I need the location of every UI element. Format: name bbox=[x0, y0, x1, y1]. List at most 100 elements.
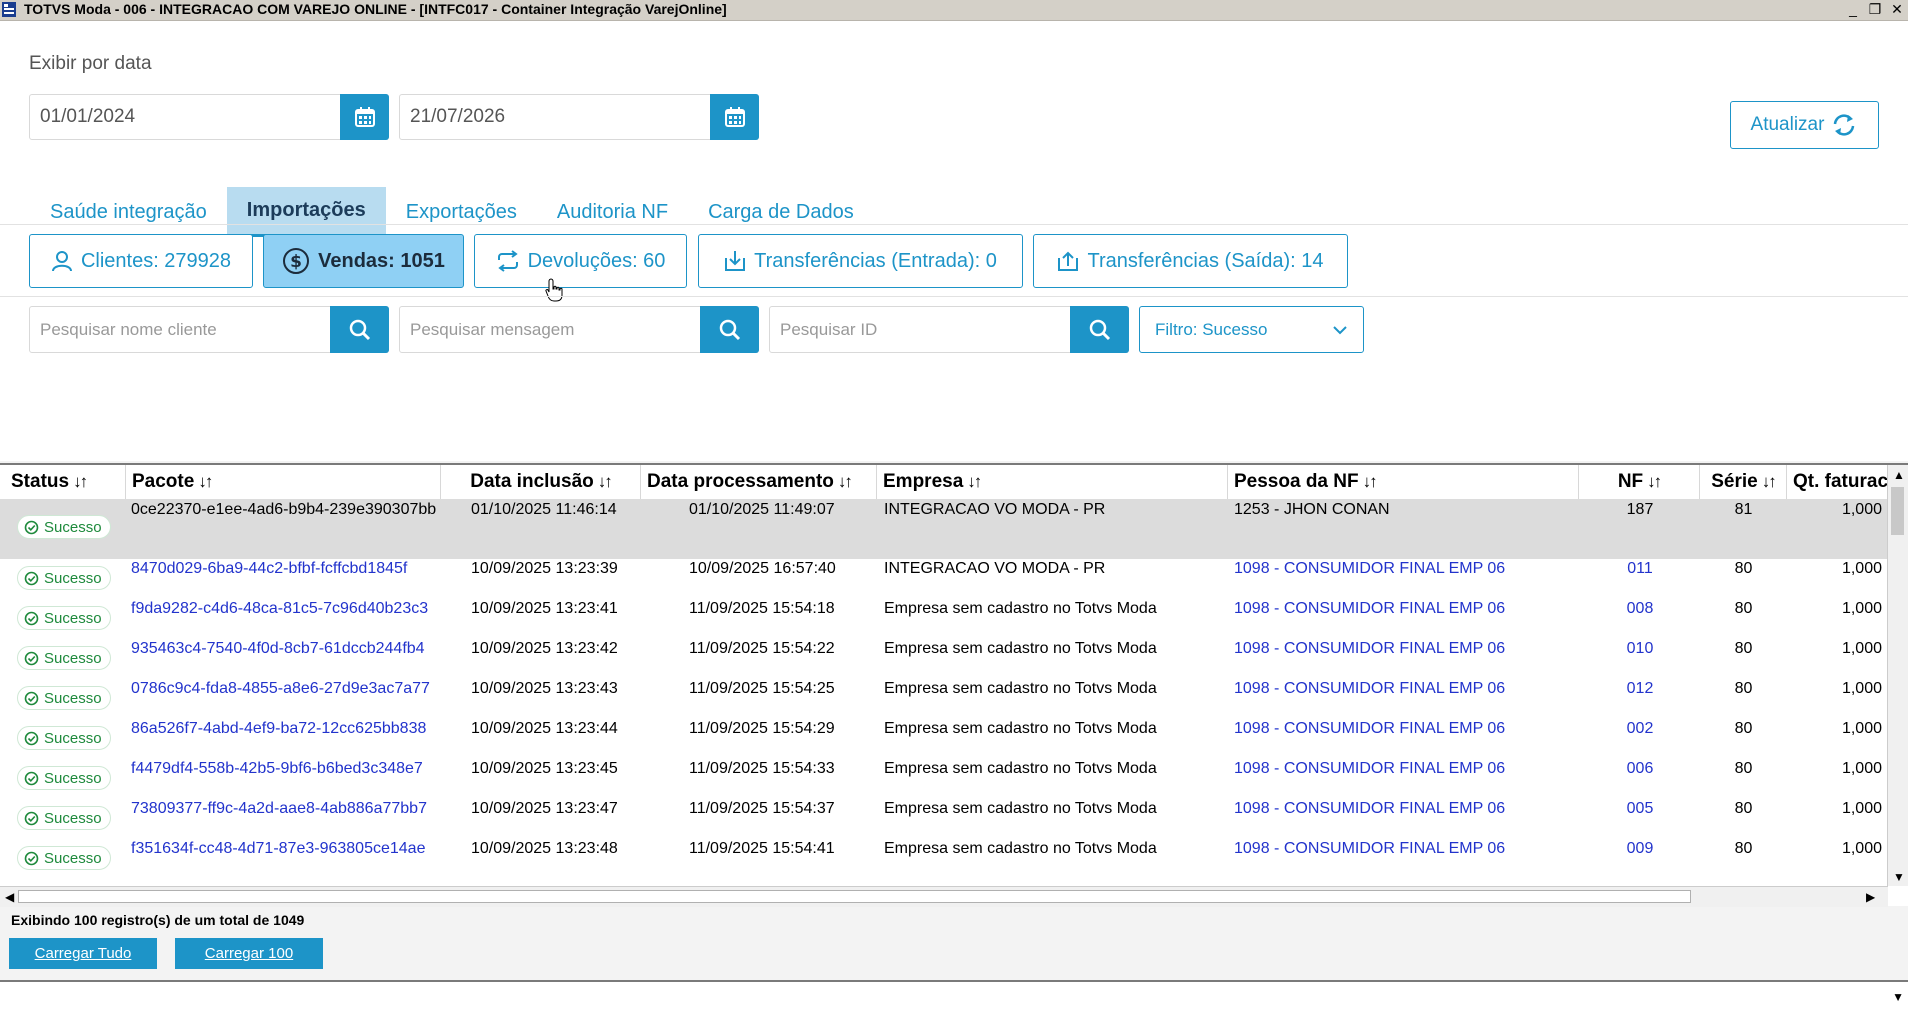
cell-pacote: f9da9282-c4d6-48ca-81c5-7c96d40b23c3 bbox=[131, 600, 429, 617]
tab-divider bbox=[0, 224, 1908, 225]
search-cliente-input[interactable] bbox=[30, 307, 328, 352]
cell-serie: 80 bbox=[1734, 720, 1753, 737]
transferencias-saida-counter-button[interactable]: Transferências (Saída): 14 bbox=[1033, 234, 1348, 288]
check-circle-icon bbox=[24, 771, 39, 785]
cell-pessoa: 1253 - JHON CONAN bbox=[1234, 501, 1390, 518]
scroll-down-icon[interactable]: ▼ bbox=[1893, 870, 1905, 884]
vendas-counter-button[interactable]: $ Vendas: 1051 bbox=[263, 234, 464, 288]
scroll-left-icon[interactable]: ◀ bbox=[5, 890, 14, 904]
search-id-button[interactable] bbox=[1070, 306, 1129, 353]
date-to-calendar-button[interactable] bbox=[710, 94, 759, 140]
table-row[interactable]: Sucesso f9da9282-c4d6-48ca-81c5-7c96d40b2… bbox=[0, 599, 1888, 639]
date-from-field[interactable]: 01/01/2024 bbox=[29, 94, 389, 140]
tab-importacoes[interactable]: Importações bbox=[226, 187, 386, 237]
column-header-pessoa[interactable]: Pessoa da NF ↓↑ bbox=[1228, 465, 1579, 499]
cell-serie: 80 bbox=[1734, 840, 1753, 857]
close-button[interactable]: ✕ bbox=[1888, 1, 1906, 18]
status-label: Sucesso bbox=[44, 569, 102, 587]
column-header-empresa[interactable]: Empresa ↓↑ bbox=[877, 465, 1228, 499]
tab-saude-integracao[interactable]: Saúde integração bbox=[30, 187, 227, 237]
restore-button[interactable]: ❐ bbox=[1866, 1, 1884, 18]
vertical-scrollbar[interactable]: ▲ ▼ bbox=[1887, 465, 1908, 886]
transferencias-entrada-counter-button[interactable]: Transferências (Entrada): 0 bbox=[698, 234, 1023, 288]
check-circle-icon bbox=[24, 811, 39, 825]
status-filter-dropdown[interactable]: Filtro: Sucesso bbox=[1139, 306, 1364, 353]
refresh-button[interactable]: Atualizar bbox=[1730, 101, 1879, 149]
status-badge: Sucesso bbox=[17, 686, 111, 710]
tab-auditoria-nf[interactable]: Auditoria NF bbox=[537, 187, 688, 237]
table-row[interactable]: Sucesso f351634f-cc48-4d71-87e3-963805ce1… bbox=[0, 839, 1888, 879]
vertical-scroll-thumb[interactable] bbox=[1891, 487, 1904, 535]
table-row[interactable]: Sucesso 0ce22370-e1ee-4ad6-b9b4-239e39030… bbox=[0, 499, 1888, 559]
cell-serie: 80 bbox=[1734, 800, 1753, 817]
column-title-pacote: Pacote bbox=[132, 471, 195, 492]
horizontal-scroll-thumb[interactable] bbox=[18, 890, 1691, 903]
cell-pessoa: 1098 - CONSUMIDOR FINAL EMP 06 bbox=[1234, 600, 1506, 617]
clientes-counter-button[interactable]: Clientes: 279928 bbox=[29, 234, 253, 288]
cell-processamento: 11/09/2025 15:54:18 bbox=[689, 600, 835, 617]
status-bar: ▼ bbox=[0, 980, 1908, 1016]
column-title-pessoa: Pessoa da NF bbox=[1234, 471, 1359, 492]
column-header-serie[interactable]: Série ↓↑ bbox=[1700, 465, 1787, 499]
cell-empresa: Empresa sem cadastro no Totvs Moda bbox=[884, 720, 1157, 737]
search-id-input[interactable] bbox=[770, 307, 1068, 352]
column-header-data-processamento[interactable]: Data processamento ↓↑ bbox=[641, 465, 877, 499]
column-header-qt-faturada[interactable]: Qt. faturac bbox=[1787, 465, 1888, 499]
cell-qt: 1,000 bbox=[1841, 840, 1882, 857]
cell-pacote: 0ce22370-e1ee-4ad6-b9b4-239e390307bb bbox=[131, 501, 437, 518]
cell-empresa: Empresa sem cadastro no Totvs Moda bbox=[884, 800, 1157, 817]
cell-nf: 005 bbox=[1626, 800, 1654, 817]
date-to-field[interactable]: 21/07/2026 bbox=[399, 94, 759, 140]
cell-pacote: 86a526f7-4abd-4ef9-ba72-12cc625bb838 bbox=[131, 720, 427, 737]
download-box-icon bbox=[725, 251, 746, 271]
cell-qt: 1,000 bbox=[1841, 560, 1882, 577]
status-label: Sucesso bbox=[44, 729, 102, 747]
date-from-calendar-button[interactable] bbox=[340, 94, 389, 140]
status-label: Sucesso bbox=[44, 609, 102, 627]
search-cliente-button[interactable] bbox=[330, 306, 389, 353]
mouse-cursor-icon bbox=[545, 278, 563, 302]
load-100-button[interactable]: Carregar 100 bbox=[175, 938, 323, 969]
horizontal-scrollbar[interactable]: ◀ ▶ bbox=[0, 886, 1888, 907]
sort-icon: ↓↑ bbox=[1362, 472, 1378, 491]
search-icon bbox=[1089, 319, 1110, 340]
scroll-right-icon[interactable]: ▶ bbox=[1866, 890, 1875, 904]
table-row[interactable]: Sucesso 86a526f7-4abd-4ef9-ba72-12cc625bb… bbox=[0, 719, 1888, 759]
minimize-button[interactable]: _ bbox=[1844, 1, 1862, 18]
table-row[interactable]: Sucesso 8470d029-6ba9-44c2-bfbf-fcffcbd18… bbox=[0, 559, 1888, 599]
check-circle-icon bbox=[24, 851, 39, 865]
status-badge: Sucesso bbox=[17, 806, 111, 830]
load-all-button[interactable]: Carregar Tudo bbox=[9, 938, 157, 969]
tab-exportacoes[interactable]: Exportações bbox=[386, 187, 537, 237]
cell-nf: 002 bbox=[1626, 720, 1654, 737]
cell-pessoa: 1098 - CONSUMIDOR FINAL EMP 06 bbox=[1234, 720, 1506, 737]
sort-icon: ↓↑ bbox=[967, 472, 982, 491]
table-row[interactable]: Sucesso 0786c9c4-fda8-4855-a8e6-27d9e3ac7… bbox=[0, 679, 1888, 719]
main-tabs: Saúde integração Importações Exportações… bbox=[30, 187, 874, 237]
status-label: Sucesso bbox=[44, 769, 102, 787]
table-row[interactable]: Sucesso 73809377-ff9c-4a2d-aae8-4ab886a77… bbox=[0, 799, 1888, 839]
column-header-data-inclusao[interactable]: Data inclusão ↓↑ bbox=[441, 465, 641, 499]
search-mensagem-button[interactable] bbox=[700, 306, 759, 353]
svg-text:$: $ bbox=[290, 252, 302, 272]
search-mensagem-field[interactable] bbox=[399, 306, 759, 353]
cell-pacote: 0786c9c4-fda8-4855-a8e6-27d9e3ac7a77 bbox=[131, 680, 430, 697]
cell-pessoa: 1098 - CONSUMIDOR FINAL EMP 06 bbox=[1234, 800, 1506, 817]
column-title-qt-faturada: Qt. faturac bbox=[1793, 471, 1888, 492]
table-row[interactable]: Sucesso 935463c4-7540-4f0d-8cb7-61dccb244… bbox=[0, 639, 1888, 679]
status-label: Sucesso bbox=[44, 689, 102, 707]
column-header-nf[interactable]: NF ↓↑ bbox=[1579, 465, 1700, 499]
search-mensagem-input[interactable] bbox=[400, 307, 698, 352]
column-header-pacote[interactable]: Pacote ↓↑ bbox=[126, 465, 441, 499]
window-titlebar: TOTVS Moda - 006 - INTEGRACAO COM VAREJO… bbox=[0, 0, 1908, 21]
table-row[interactable]: Sucesso f4479df4-558b-42b5-9bf6-b6bed3c34… bbox=[0, 759, 1888, 799]
cell-processamento: 11/09/2025 15:54:25 bbox=[689, 680, 835, 697]
column-header-status[interactable]: Status ↓↑ bbox=[5, 465, 126, 499]
tab-carga-de-dados[interactable]: Carga de Dados bbox=[688, 187, 874, 237]
search-id-field[interactable] bbox=[769, 306, 1129, 353]
devolucoes-counter-button[interactable]: Devoluções: 60 bbox=[474, 234, 687, 288]
results-grid: Status ↓↑ Pacote ↓↑ Data inclusão ↓↑ Data p… bbox=[0, 463, 1908, 907]
scroll-up-icon[interactable]: ▲ bbox=[1893, 468, 1905, 482]
chevron-down-icon[interactable]: ▼ bbox=[1892, 990, 1904, 1004]
search-cliente-field[interactable] bbox=[29, 306, 389, 353]
